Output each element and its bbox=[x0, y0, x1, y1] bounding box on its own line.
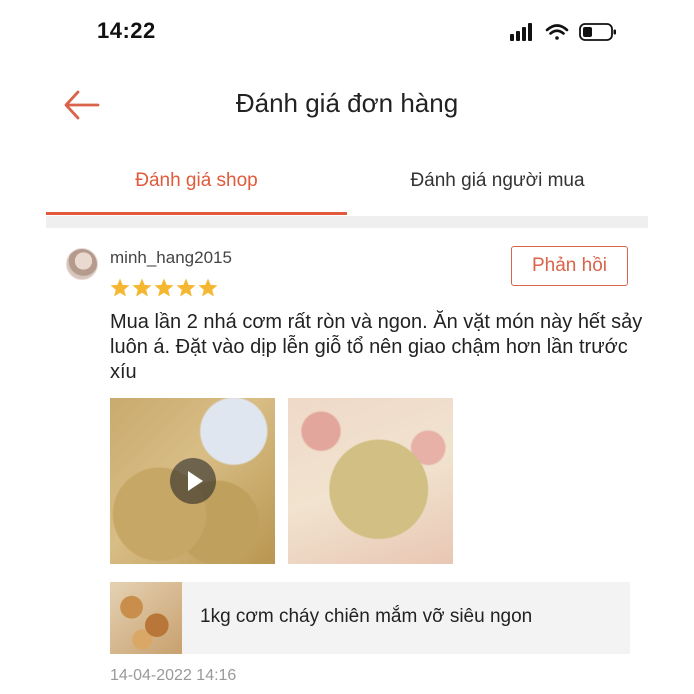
play-button[interactable] bbox=[170, 458, 216, 504]
reviewer-username: minh_hang2015 bbox=[110, 248, 232, 267]
product-name: 1kg cơm cháy chiên mắm vỡ siêu ngon bbox=[200, 606, 533, 627]
star-icon bbox=[154, 278, 174, 297]
tab-buyer-review[interactable]: Đánh giá người mua bbox=[347, 150, 648, 214]
header: Đánh giá đơn hàng bbox=[0, 72, 694, 142]
star-icon bbox=[132, 278, 152, 297]
review-timestamp: 14-04-2022 14:16 bbox=[110, 667, 237, 684]
active-tab-indicator bbox=[46, 212, 347, 215]
product-thumbnail bbox=[110, 582, 182, 654]
play-icon bbox=[188, 471, 203, 491]
product-row[interactable]: 1kg cơm cháy chiên mắm vỡ siêu ngon bbox=[110, 582, 630, 654]
reply-button[interactable]: Phản hồi bbox=[511, 246, 628, 286]
star-icon bbox=[176, 278, 196, 297]
signal-icon bbox=[510, 23, 532, 41]
status-time: 14:22 bbox=[97, 18, 156, 43]
page-title: Đánh giá đơn hàng bbox=[235, 88, 459, 118]
review-video-thumbnail[interactable] bbox=[110, 398, 275, 564]
star-icon bbox=[110, 278, 130, 297]
avatar[interactable] bbox=[66, 248, 98, 280]
review-text: Mua lần 2 nhá cơm rất ròn và ngon. Ăn vặ… bbox=[110, 311, 643, 383]
status-icons bbox=[510, 23, 616, 41]
star-rating bbox=[110, 278, 218, 297]
star-icon bbox=[198, 278, 218, 297]
tab-bar: Đánh giá shop Đánh giá người mua bbox=[46, 150, 648, 218]
wifi-icon bbox=[545, 24, 569, 40]
tab-shop-review[interactable]: Đánh giá shop bbox=[46, 150, 347, 214]
battery-icon bbox=[579, 23, 616, 41]
review-image-thumbnail[interactable] bbox=[288, 398, 453, 564]
status-bar: 14:22 bbox=[0, 0, 694, 60]
section-divider bbox=[46, 216, 648, 228]
